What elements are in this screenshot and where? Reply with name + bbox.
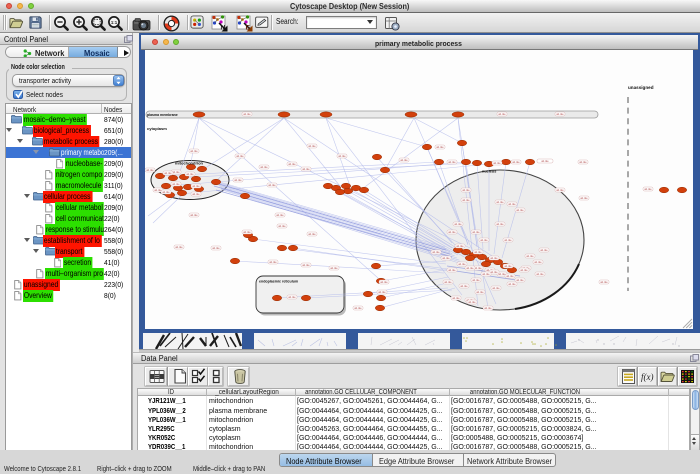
svg-text:ab cde: ab cde [504,239,512,242]
svg-text:ab cde: ab cde [482,273,490,276]
svg-text:ab cde: ab cde [268,184,276,187]
svg-text:ab cde: ab cde [276,214,284,217]
svg-text:ab cde: ab cde [600,281,608,284]
svg-text:ab cde: ab cde [474,267,482,270]
svg-text:ab cde: ab cde [472,231,480,234]
svg-text:ab cde: ab cde [186,173,194,176]
svg-text:ab cde: ab cde [302,264,310,267]
svg-text:f(x): f(x) [641,372,654,382]
svg-text:ab cde: ab cde [516,279,524,282]
svg-text:ab cde: ab cde [236,155,244,158]
svg-text:ab cde: ab cde [442,257,450,260]
svg-text:1:1: 1:1 [110,19,117,24]
svg-text:ab cde: ab cde [492,287,500,290]
svg-text:ab cde: ab cde [580,197,588,200]
svg-text:ab cde: ab cde [462,199,470,202]
svg-text:ab cde: ab cde [462,189,470,192]
svg-text:ab cde: ab cde [452,297,460,300]
svg-text:ab cde: ab cde [536,273,544,276]
svg-text:ab cde: ab cde [338,155,346,158]
svg-text:ab cde: ab cde [474,251,482,254]
svg-text:ab cde: ab cde [504,265,512,268]
svg-text:ab cde: ab cde [496,201,504,204]
svg-text:ab cde: ab cde [526,255,534,258]
svg-text:ab cde: ab cde [269,261,277,264]
svg-text:ab cde: ab cde [493,162,501,165]
svg-text:ab cde: ab cde [468,301,476,304]
svg-text:mitochondrion: mitochondrion [175,161,204,166]
svg-text:ab cde: ab cde [534,261,542,264]
svg-text:ab cde: ab cde [436,146,444,149]
svg-text:ab cde: ab cde [520,269,528,272]
svg-text:ab cde: ab cde [330,267,338,270]
svg-text:ab cde: ab cde [512,161,520,164]
svg-text:ab cde: ab cde [378,291,386,294]
svg-text:ab cde: ab cde [172,171,180,174]
svg-text:ab cde: ab cde [175,246,183,249]
svg-text:ab cde: ab cde [234,179,242,182]
svg-text:ab cde: ab cde [456,245,464,248]
svg-text:ab cde: ab cde [190,214,198,217]
svg-text:ab cde: ab cde [466,267,474,270]
svg-text:ab cde: ab cde [380,281,388,284]
svg-text:plasma membrane: plasma membrane [147,113,178,117]
svg-text:ab cde: ab cde [162,191,170,194]
svg-text:ab cde: ab cde [498,113,506,116]
svg-text:ab cde: ab cde [448,231,456,234]
svg-text:ab cde: ab cde [172,183,180,186]
svg-text:ab cde: ab cde [476,291,484,294]
svg-text:ab cde: ab cde [508,283,516,286]
svg-text:ab cde: ab cde [212,247,220,250]
svg-text:ab cde: ab cde [454,223,462,226]
svg-text:ab cde: ab cde [288,296,296,299]
svg-text:ab cde: ab cde [302,168,310,171]
svg-text:ab cde: ab cde [243,231,251,234]
svg-text:ab cde: ab cde [308,145,316,148]
svg-text:ab cde: ab cde [496,223,504,226]
svg-text:ab cde: ab cde [192,185,200,188]
svg-text:ab cde: ab cde [480,239,488,242]
svg-text:N: N [221,24,226,31]
svg-text:ab cde: ab cde [278,225,286,228]
svg-text:ab cde: ab cde [458,263,466,266]
svg-text:ab cde: ab cde [484,307,492,310]
svg-text:ab cde: ab cde [448,161,456,164]
svg-text:cytoplasm: cytoplasm [147,126,167,131]
svg-text:ab cde: ab cde [460,285,468,288]
svg-text:ab cde: ab cde [448,269,456,272]
svg-text:ab cde: ab cde [308,233,316,236]
svg-text:ab cde: ab cde [644,188,652,191]
svg-text:endoplasmic reticulum: endoplasmic reticulum [259,280,298,284]
svg-text:ab cde: ab cde [490,271,498,274]
svg-text:E: E [246,24,251,31]
svg-text:unassigned: unassigned [628,85,654,90]
svg-text:ab cde: ab cde [516,209,524,212]
svg-text:ab cde: ab cde [444,281,452,284]
svg-text:ab cde: ab cde [541,160,549,163]
svg-text:ab cde: ab cde [192,193,200,196]
svg-text:ab cde: ab cde [490,257,498,260]
svg-text:ab cde: ab cde [540,249,548,252]
svg-text:ab cde: ab cde [508,203,516,206]
svg-text:ab cde: ab cde [579,161,587,164]
svg-text:ab cde: ab cde [556,189,564,192]
svg-text:ab cde: ab cde [190,150,198,153]
svg-text:ab cde: ab cde [506,275,514,278]
svg-text:ab cde: ab cde [354,307,362,310]
svg-text:ab cde: ab cde [243,113,251,116]
svg-text:nucleus: nucleus [482,170,496,174]
svg-text:ab cde: ab cde [146,169,154,172]
svg-text:ab cde: ab cde [472,279,480,282]
svg-text:ab cde: ab cde [400,159,408,162]
svg-text:ab cde: ab cde [164,172,172,175]
svg-text:ab cde: ab cde [432,251,440,254]
svg-text:ab cde: ab cde [288,163,296,166]
svg-text:ab cde: ab cde [260,166,268,169]
svg-text:ab cde: ab cde [556,113,564,116]
